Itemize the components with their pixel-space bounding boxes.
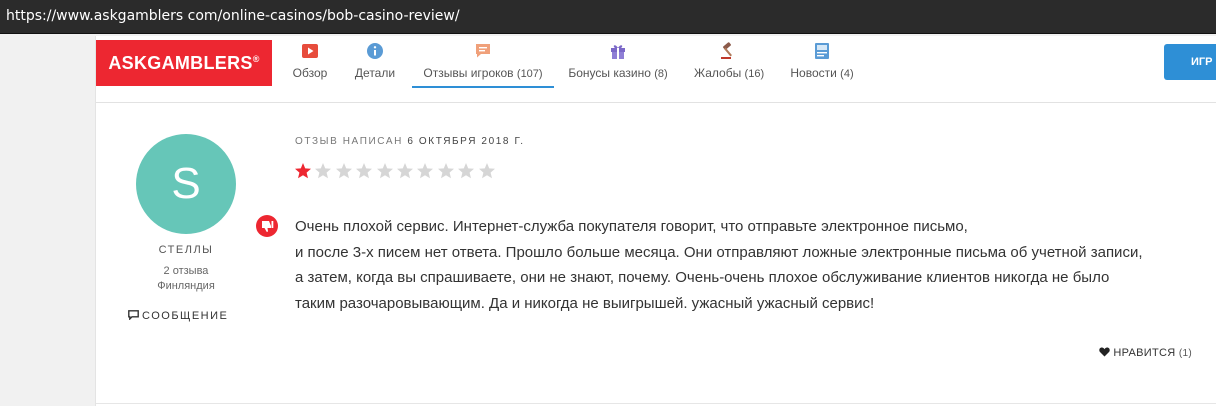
star-icon (335, 163, 352, 179)
gift-icon (611, 45, 625, 59)
play-button[interactable]: ИГР (1164, 44, 1216, 80)
tab-overview[interactable]: Обзор (292, 42, 328, 88)
review-date: ОТЗЫВ НАПИСАН 6 ОКТЯБРЯ 2018 Г. (295, 136, 525, 147)
tab-label: Обзор (292, 66, 328, 80)
send-message-button[interactable]: СООБЩЕНИЕ (128, 310, 248, 322)
askgamblers-logo[interactable]: ASKGAMBLERS® (96, 40, 272, 86)
review-text: Очень плохой сервис. Интернет-служба пок… (295, 214, 1205, 316)
star-icon (356, 163, 373, 179)
info-icon (367, 43, 383, 59)
star-rating (294, 162, 498, 182)
tab-label: Жалобы (694, 66, 742, 80)
review-bottom-border (96, 403, 1216, 404)
thumbs-down-icon (262, 221, 274, 232)
tab-details[interactable]: Детали (353, 42, 397, 88)
top-navigation: ASKGAMBLERS® Обзор Детали Отзывы игроков… (96, 36, 1216, 88)
posted-date: 6 ОКТЯБРЯ 2018 Г. (407, 136, 525, 147)
star-icon (295, 163, 311, 179)
page-content: ASKGAMBLERS® Обзор Детали Отзывы игроков… (95, 36, 1216, 406)
star-icon (437, 163, 454, 179)
tab-label: Новости (790, 66, 837, 80)
tab-player-reviews[interactable]: Отзывы игроков (107) (412, 42, 554, 88)
avatar[interactable]: S (136, 134, 236, 234)
section-divider (96, 102, 1216, 103)
tab-label: Отзывы игроков (423, 66, 514, 80)
news-icon (815, 43, 829, 59)
logo-text: ASKGAMBLERS (108, 53, 253, 73)
tab-count: (4) (840, 68, 854, 80)
star-icon (417, 163, 434, 179)
star-icon (376, 163, 393, 179)
tab-casino-bonuses[interactable]: Бонусы казино (8) (567, 42, 669, 88)
star-icon (396, 163, 413, 179)
browser-address-bar[interactable]: https://www.askgamblers com/online-casin… (0, 0, 1216, 34)
negative-review-badge (256, 215, 278, 237)
star-icon (315, 163, 332, 179)
like-label: НРАВИТСЯ (1113, 347, 1176, 359)
review-line: таким разочаровывающим. Да и никогда не … (295, 294, 875, 312)
like-button[interactable]: НРАВИТСЯ (1) (1099, 347, 1192, 359)
video-play-icon (302, 44, 318, 58)
comment-icon (476, 44, 490, 58)
tab-count: (8) (654, 68, 668, 80)
author-review-count: 2 отзыва (163, 265, 209, 277)
author-country: Финляндия (157, 280, 215, 292)
url-text[interactable]: https://www.askgamblers com/online-casin… (0, 0, 1216, 33)
star-icon (458, 163, 475, 179)
heart-icon (1099, 347, 1111, 357)
message-label: СООБЩЕНИЕ (142, 310, 229, 322)
chat-icon (128, 310, 139, 321)
tab-label: Бонусы казино (568, 66, 651, 80)
tab-count: (16) (744, 68, 765, 80)
tab-count: (107) (516, 68, 543, 80)
tab-complaints[interactable]: Жалобы (16) (694, 42, 764, 88)
logo-registered-mark: ® (252, 54, 260, 64)
tab-news[interactable]: Новости (4) (789, 42, 855, 88)
posted-prefix: ОТЗЫВ НАПИСАН (295, 136, 403, 147)
tab-label: Детали (354, 66, 396, 80)
star-icon (478, 163, 495, 179)
author-name[interactable]: СТЕЛЛЫ (116, 244, 256, 256)
gavel-icon (721, 42, 732, 59)
like-count: (1) (1178, 348, 1192, 359)
review-line: и после 3-х писем нет ответа. Прошло бол… (295, 243, 1143, 261)
review-line: а затем, когда вы спрашиваете, они не зн… (295, 269, 1110, 286)
review-line: Очень плохой сервис. Интернет-служба пок… (295, 218, 968, 235)
